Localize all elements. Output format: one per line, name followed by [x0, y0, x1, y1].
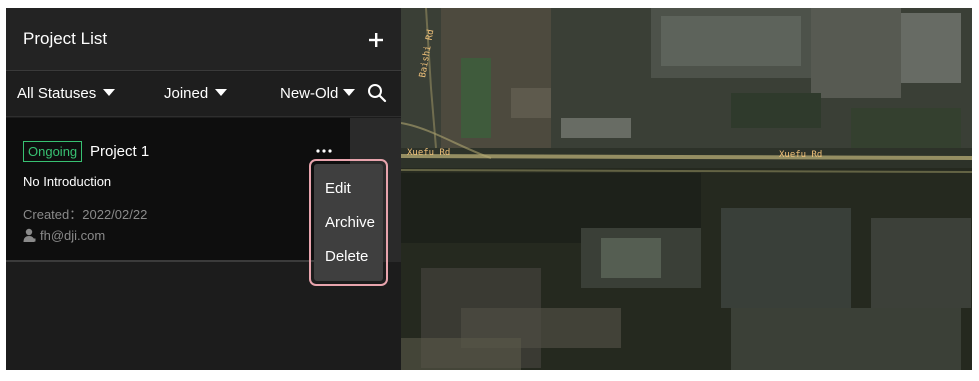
membership-filter-dropdown[interactable]: Joined — [164, 85, 228, 102]
add-project-button[interactable] — [364, 28, 388, 52]
menu-item-edit[interactable]: Edit — [314, 172, 383, 206]
panel-header: Project List — [6, 8, 401, 71]
search-button[interactable] — [367, 83, 387, 103]
plus-icon — [369, 33, 383, 47]
search-icon — [368, 84, 387, 103]
sort-dropdown[interactable]: New-Old — [280, 85, 356, 102]
menu-item-delete[interactable]: Delete — [314, 240, 383, 274]
panel-title: Project List — [23, 29, 108, 48]
map-canvas: Baishi Rd Xuefu Rd Xuefu Rd — [401, 8, 972, 370]
owner-email: fh@dji.com — [40, 228, 106, 243]
app-window: Project List All Statuses Joined New-Old — [6, 8, 972, 370]
caret-down-icon — [215, 89, 228, 96]
caret-down-icon — [103, 89, 116, 96]
satellite-map[interactable]: Baishi Rd Xuefu Rd Xuefu Rd — [401, 8, 972, 370]
road-label: Xuefu Rd — [407, 148, 450, 158]
project-introduction: No Introduction — [23, 174, 112, 189]
status-filter-dropdown[interactable]: All Statuses — [17, 85, 116, 102]
more-options-button[interactable] — [314, 144, 334, 158]
context-menu-body: Edit Archive Delete — [314, 164, 383, 281]
menu-item-archive[interactable]: Archive — [314, 206, 383, 240]
project-owner: fh@dji.com — [23, 228, 105, 243]
status-filter-label: All Statuses — [17, 85, 97, 102]
membership-filter-label: Joined — [164, 85, 209, 102]
more-icon — [316, 149, 332, 153]
user-icon — [23, 228, 36, 242]
project-card[interactable]: Ongoing Project 1 No Introduction Create… — [6, 118, 350, 262]
road-label: Xuefu Rd — [779, 150, 822, 160]
project-name: Project 1 — [90, 143, 150, 160]
project-context-menu: Edit Archive Delete — [309, 159, 388, 286]
filter-bar: All Statuses Joined New-Old — [6, 72, 401, 117]
status-badge: Ongoing — [23, 141, 83, 162]
caret-down-icon — [343, 89, 356, 96]
sort-label: New-Old — [280, 85, 339, 102]
created-date: Created：2022/02/22 — [23, 207, 148, 222]
